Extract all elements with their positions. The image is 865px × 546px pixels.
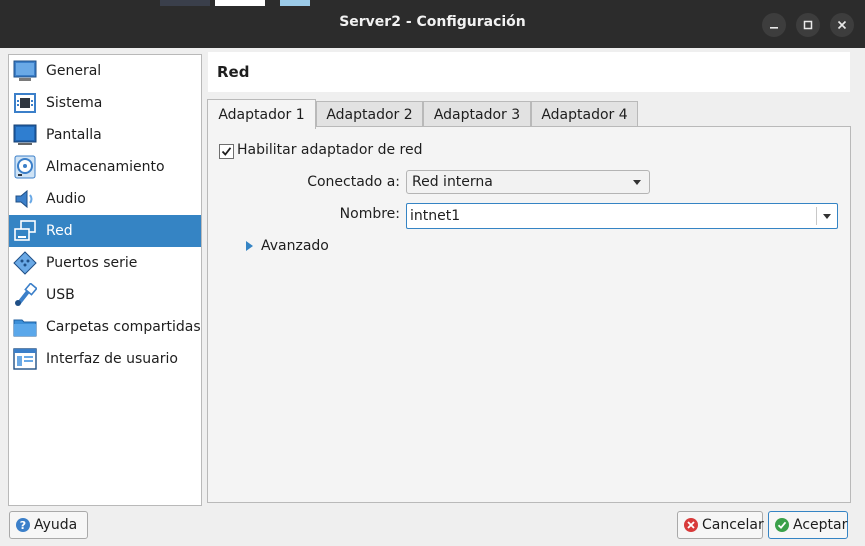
- sidebar-item-label: Sistema: [46, 95, 103, 111]
- cancel-button[interactable]: Cancelar: [677, 511, 764, 539]
- attached-to-label: Conectado a:: [307, 174, 400, 190]
- enable-adapter-label[interactable]: Habilitar adaptador de red: [237, 142, 423, 158]
- sidebar-item-carpetas-compartidas[interactable]: Carpetas compartidas: [9, 311, 201, 343]
- name-label: Nombre:: [339, 206, 400, 222]
- settings-sidebar: General Sistema Pantalla Almacenamiento …: [8, 54, 202, 506]
- sidebar-item-audio[interactable]: Audio: [9, 183, 201, 215]
- audio-speaker-icon: [12, 186, 38, 212]
- general-monitor-icon: [12, 58, 38, 84]
- checkmark-icon: [221, 147, 232, 156]
- system-chip-icon: [12, 90, 38, 116]
- network-icon: [12, 218, 38, 244]
- minimize-button[interactable]: [762, 13, 786, 37]
- enable-adapter-checkbox[interactable]: [219, 144, 234, 159]
- accept-button-label: Aceptar: [793, 517, 848, 533]
- sidebar-item-label: Red: [46, 223, 73, 239]
- display-monitor-icon: [12, 122, 38, 148]
- network-name-input[interactable]: [410, 205, 810, 227]
- cancel-button-label: Cancelar: [702, 517, 764, 533]
- svg-text:?: ?: [20, 519, 26, 532]
- chevron-down-icon[interactable]: [823, 214, 831, 219]
- advanced-toggle[interactable]: Avanzado: [261, 238, 329, 254]
- maximize-icon: [803, 20, 813, 30]
- expand-arrow-icon[interactable]: [246, 241, 253, 251]
- serial-port-icon: [12, 250, 38, 276]
- sidebar-item-label: Pantalla: [46, 127, 102, 143]
- tab-adaptador-2[interactable]: Adaptador 2: [316, 101, 423, 127]
- help-icon: ?: [15, 517, 31, 533]
- accept-button[interactable]: Aceptar: [768, 511, 848, 539]
- storage-disk-icon: [12, 154, 38, 180]
- attached-to-value: Red interna: [412, 174, 493, 190]
- network-name-combobox[interactable]: [406, 203, 838, 229]
- usb-icon: [12, 282, 38, 308]
- sidebar-item-label: Almacenamiento: [46, 159, 165, 175]
- sidebar-item-puertos-serie[interactable]: Puertos serie: [9, 247, 201, 279]
- sidebar-item-label: Carpetas compartidas: [46, 319, 201, 335]
- sidebar-item-label: Puertos serie: [46, 255, 138, 271]
- section-title: Red: [217, 63, 250, 81]
- sidebar-item-sistema[interactable]: Sistema: [9, 87, 201, 119]
- attached-to-select[interactable]: Red interna: [406, 170, 650, 194]
- close-button[interactable]: [830, 13, 854, 37]
- sidebar-item-almacenamiento[interactable]: Almacenamiento: [9, 151, 201, 183]
- shared-folder-icon: [12, 314, 38, 340]
- sidebar-item-label: Audio: [46, 191, 86, 207]
- sidebar-item-label: General: [46, 63, 102, 79]
- sidebar-item-interfaz-de-usuario[interactable]: Interfaz de usuario: [9, 343, 201, 375]
- sidebar-item-pantalla[interactable]: Pantalla: [9, 119, 201, 151]
- user-interface-icon: [12, 346, 38, 372]
- cancel-icon: [683, 517, 699, 533]
- section-header: Red: [208, 52, 850, 92]
- help-button[interactable]: ? Ayuda: [9, 511, 88, 539]
- sidebar-item-red[interactable]: Red: [9, 215, 201, 247]
- tab-adaptador-4[interactable]: Adaptador 4: [531, 101, 638, 127]
- maximize-button[interactable]: [796, 13, 820, 37]
- close-icon: [837, 20, 847, 30]
- background-window-strip: [280, 0, 310, 6]
- combo-separator: [816, 207, 817, 225]
- accept-icon: [774, 517, 790, 533]
- window-title: Server2 - Configuración: [339, 14, 526, 30]
- sidebar-item-label: USB: [46, 287, 75, 303]
- background-window-strip: [215, 0, 265, 6]
- sidebar-item-general[interactable]: General: [9, 55, 201, 87]
- tab-adaptador-3[interactable]: Adaptador 3: [423, 101, 531, 127]
- tab-adaptador-1[interactable]: Adaptador 1: [207, 99, 316, 129]
- help-button-label: Ayuda: [34, 517, 78, 533]
- sidebar-item-usb[interactable]: USB: [9, 279, 201, 311]
- chevron-down-icon: [633, 180, 641, 185]
- sidebar-item-label: Interfaz de usuario: [46, 351, 178, 367]
- settings-dialog: General Sistema Pantalla Almacenamiento …: [0, 48, 865, 546]
- background-window-strip: [160, 0, 210, 6]
- minimize-icon: [770, 27, 778, 29]
- window-titlebar: Server2 - Configuración: [0, 0, 865, 48]
